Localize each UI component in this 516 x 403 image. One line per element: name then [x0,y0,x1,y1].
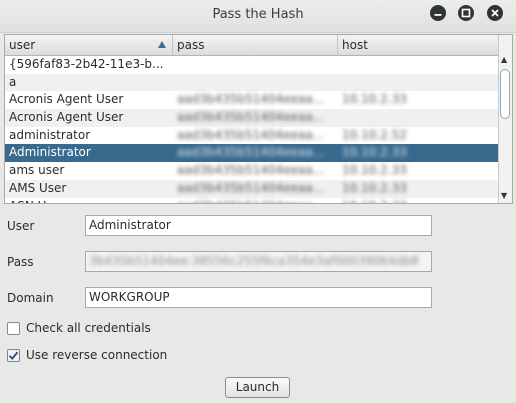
table-cell-host [338,74,500,92]
maximize-button[interactable] [458,5,474,21]
table-cell-pass: aad3b435b51404eeaa... [173,198,338,204]
table-cell-pass [173,56,338,74]
close-icon [491,9,499,17]
user-field[interactable]: Administrator [85,215,432,236]
table-cell-pass: aad3b435b51404eeaa... [177,180,325,195]
table-cell-user: Acronis Agent User [9,110,124,125]
table-cell-pass: aad3b435b51404eeaa... [177,110,325,125]
table-cell-pass: aad3b435b51404eeaa... [177,92,325,107]
table-scrollbar[interactable]: ▲ ▼ [498,35,512,203]
launch-button[interactable]: Launch [225,377,290,398]
table-cell-user: {596faf83-2b42-11e3-b... [9,57,164,71]
scroll-up-icon[interactable]: ▲ [501,55,507,64]
table-row[interactable]: Acronis Agent User aad3b435b51404eeaa... 1… [5,91,500,109]
sort-ascending-icon [158,41,166,48]
minimize-button[interactable] [430,5,446,21]
minimize-icon [434,14,442,16]
table-cell-host [338,109,500,127]
table-row[interactable]: ams user aad3b435b51404eeaa... 10.10.2.33 [5,162,500,180]
table-cell-user: administrator [9,127,91,142]
pass-label: Pass [7,255,34,269]
table-cell-pass: aad3b435b51404eeaa... [177,127,325,142]
pass-the-hash-dialog: Pass the Hash user pass host {596faf83-2… [0,0,516,403]
domain-field[interactable]: WORKGROUP [85,287,432,308]
column-header-label: pass [177,38,205,52]
table-row[interactable]: AMS User aad3b435b51404eeaa... 10.10.2.33 [5,179,500,198]
table-cell-user: ASN User [5,198,173,204]
table-body: {596faf83-2b42-11e3-b... a Acronis Agent U… [5,56,500,203]
table-header: user pass host [5,35,500,56]
column-header-user[interactable]: user [5,35,173,55]
scrollbar-thumb[interactable] [500,69,510,119]
pass-field[interactable]: 3b435b51404ee:38556c255f6ca354e3af000390… [85,251,432,272]
table-cell-user: a [9,74,17,89]
table-cell-host: 10.10.2.52 [342,127,407,142]
column-header-label: user [9,38,36,52]
title-bar[interactable]: Pass the Hash [0,0,516,33]
table-row[interactable]: Administrator aad3b435b51404eeaa... 10.10.… [5,144,500,163]
table-row[interactable]: administrator aad3b435b51404eeaa... 10.10.… [5,127,500,145]
table-cell-host: 10.10.2.33 [342,163,407,178]
close-button[interactable] [487,5,503,21]
column-header-pass[interactable]: pass [173,35,338,55]
table-cell-user: Acronis Agent User [9,92,124,107]
domain-label: Domain [7,291,54,305]
user-label: User [7,219,35,233]
scroll-down-icon[interactable]: ▼ [501,191,507,200]
table-cell-pass: aad3b435b51404eeaa... [177,145,325,160]
checkbox-box[interactable] [7,322,20,335]
table-cell-user: AMS User [9,180,67,195]
table-cell-user: ams user [9,163,65,178]
column-header-label: host [342,38,368,52]
checkbox-box[interactable] [7,349,20,362]
check-all-credentials-label: Check all credentials [26,321,151,335]
table-cell-host: 10.10.2.33 [342,180,407,195]
credentials-table[interactable]: user pass host {596faf83-2b42-11e3-b... a… [4,34,513,204]
table-row[interactable]: a [5,73,500,92]
column-header-host[interactable]: host [338,35,500,55]
table-cell-host [338,56,500,74]
table-row[interactable]: Acronis Agent User aad3b435b51404eeaa... [5,109,500,127]
use-reverse-connection-label: Use reverse connection [26,348,168,362]
pass-value: 3b435b51404ee:38556c255f6ca354e3af000390… [89,254,419,268]
checkmark-icon [8,351,19,360]
table-row[interactable]: ASN Useraad3b435b51404eeaa...10.10.2.33 [5,198,500,204]
table-cell-host: 10.10.2.33 [342,92,407,107]
table-cell-pass [173,74,338,92]
maximize-icon [461,8,471,18]
table-cell-user: Administrator [9,145,91,160]
table-cell-host: 10.10.2.33 [338,198,500,204]
table-row[interactable]: {596faf83-2b42-11e3-b... [5,56,500,74]
table-cell-pass: aad3b435b51404eeaa... [177,163,325,178]
table-cell-host: 10.10.2.33 [342,145,407,160]
